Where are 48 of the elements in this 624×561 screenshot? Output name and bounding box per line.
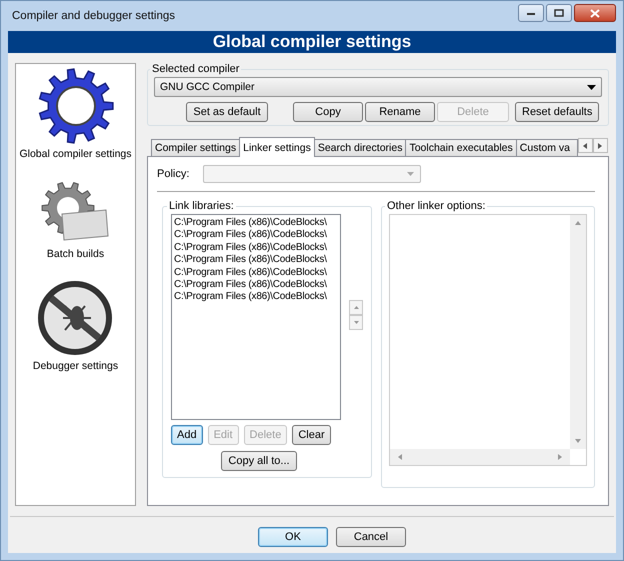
right-arrow-icon bbox=[598, 142, 602, 148]
close-button[interactable] bbox=[574, 4, 616, 22]
scroll-right-button[interactable] bbox=[592, 138, 608, 153]
move-down-button[interactable] bbox=[349, 315, 363, 330]
tab[interactable]: Search directories bbox=[314, 139, 406, 156]
toolbar-button[interactable]: Set as default bbox=[186, 102, 268, 122]
library-list[interactable] bbox=[171, 214, 341, 420]
move-up-button[interactable] bbox=[349, 300, 363, 315]
dialog-button[interactable]: OK bbox=[258, 527, 328, 547]
list-item[interactable]: C:\Program Files (x86)\CodeBlocks\ bbox=[174, 229, 340, 242]
scroll-left-button[interactable] bbox=[578, 138, 593, 153]
tab[interactable]: Linker settings bbox=[239, 137, 315, 157]
sidebar-item[interactable]: Global compiler settings bbox=[19, 148, 132, 160]
sidebar-item[interactable]: Debugger settings bbox=[32, 360, 118, 372]
list-button[interactable]: Add bbox=[171, 425, 203, 445]
down-arrow-icon bbox=[354, 321, 358, 324]
minimize-button[interactable] bbox=[518, 4, 544, 22]
list-button[interactable]: Clear bbox=[292, 425, 331, 445]
list-item[interactable]: C:\Program Files (x86)\CodeBlocks\ bbox=[174, 242, 340, 254]
group-label: Selected compiler bbox=[151, 63, 240, 75]
toolbar-button[interactable]: Rename bbox=[365, 102, 435, 122]
tab[interactable]: Toolchain executables bbox=[405, 139, 517, 156]
tab[interactable]: Custom va bbox=[516, 139, 578, 156]
dialog-button[interactable]: Cancel bbox=[336, 527, 406, 547]
close-icon bbox=[590, 8, 600, 18]
window-title: Compiler and debugger settings bbox=[11, 10, 176, 22]
up-arrow-icon bbox=[354, 306, 358, 309]
compiler-dropdown[interactable]: GNU GCC Compiler bbox=[154, 77, 602, 97]
group-label: Other linker options: bbox=[386, 200, 486, 212]
toolbar-button[interactable]: Copy bbox=[293, 102, 363, 122]
maximize-icon bbox=[554, 9, 564, 17]
left-arrow-icon bbox=[583, 142, 588, 148]
maximize-button[interactable] bbox=[546, 4, 572, 22]
minimize-icon bbox=[526, 10, 536, 16]
list-item[interactable]: C:\Program Files (x86)\CodeBlocks\ bbox=[174, 291, 340, 304]
list-item[interactable]: C:\Program Files (x86)\CodeBlocks\ bbox=[174, 279, 340, 292]
copy-all-button[interactable]: Copy all to... bbox=[221, 451, 297, 471]
sidebar-item[interactable]: Batch builds bbox=[46, 248, 104, 260]
dropdown-arrow-icon bbox=[407, 172, 414, 176]
policy-label: Policy: bbox=[157, 168, 190, 180]
toolbar-button[interactable]: Reset defaults bbox=[515, 102, 599, 122]
dropdown-arrow-icon bbox=[587, 84, 596, 90]
list-item[interactable]: C:\Program Files (x86)\CodeBlocks\ bbox=[174, 217, 340, 230]
group-label: Link libraries: bbox=[168, 200, 235, 212]
list-item[interactable]: C:\Program Files (x86)\CodeBlocks\ bbox=[174, 266, 340, 280]
list-item[interactable]: C:\Program Files (x86)\CodeBlocks\ bbox=[174, 254, 340, 267]
page-header: Global compiler settings bbox=[8, 31, 616, 53]
tab[interactable]: Compiler settings bbox=[151, 139, 240, 156]
